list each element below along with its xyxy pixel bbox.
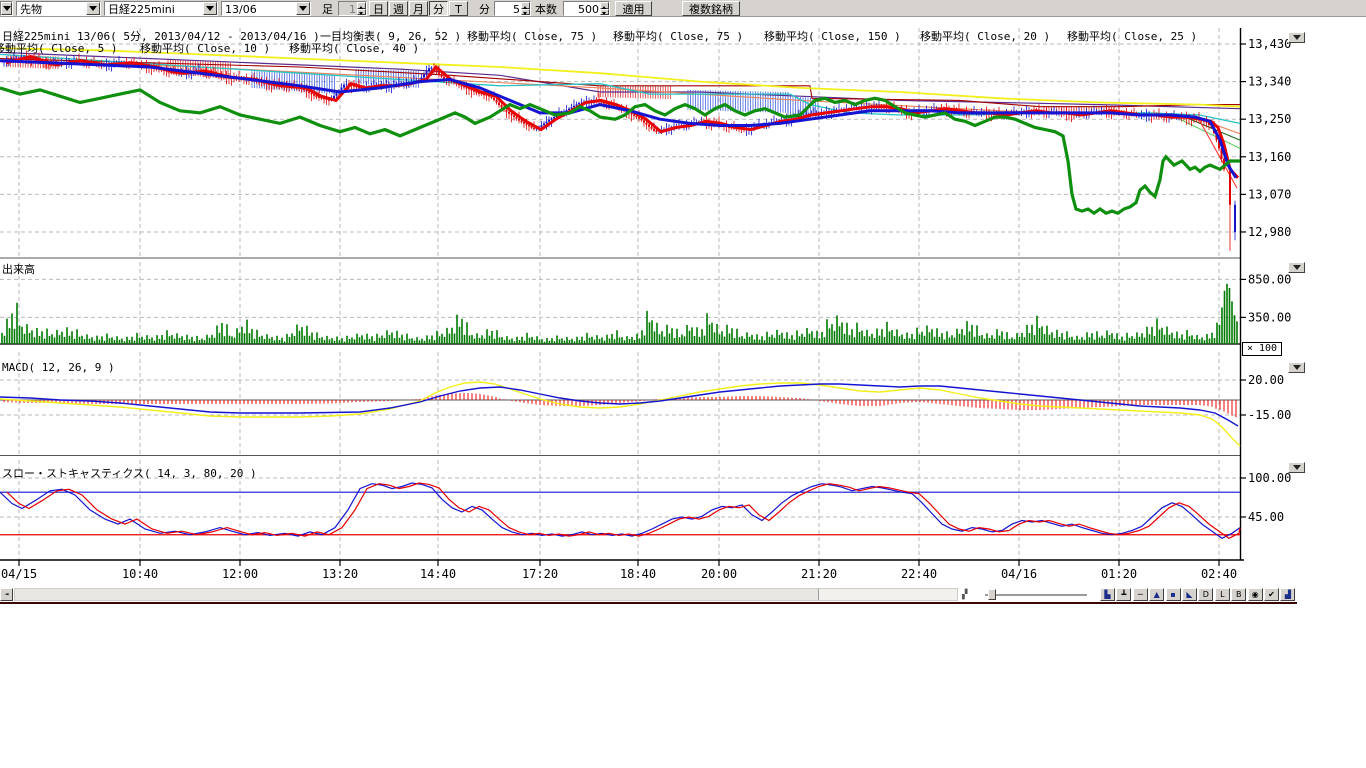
tool-d-button[interactable]: D xyxy=(1198,588,1213,601)
period-button-週[interactable]: 週 xyxy=(389,1,408,16)
check-tool-button[interactable]: ✔ xyxy=(1264,588,1279,601)
indicator-legend-item: 移動平均( Close, 20 ) xyxy=(920,28,1050,44)
main-toolbar: 先物日経225mini13/06 足 1 日週月分T 分 5 本数 500 適用… xyxy=(0,0,1366,17)
bar-interval-spinner[interactable]: 1 xyxy=(338,1,367,16)
y-axis-label: 350.00 xyxy=(1248,310,1291,324)
spinner-arrows-icon[interactable] xyxy=(357,2,366,15)
indicator-legend-item: 移動平均( Close, 25 ) xyxy=(1067,28,1197,44)
volume-panel-label: 出来高 xyxy=(2,261,35,277)
indicator-legend-item: 移動平均( Close, 75 ) xyxy=(467,28,597,44)
crosshair-tool-button[interactable]: ┻ xyxy=(1116,588,1131,601)
y-axis-label: 13,250 xyxy=(1248,112,1291,126)
bar-type-label: 足 xyxy=(322,1,333,16)
time-axis-label: 17:20 xyxy=(522,567,558,581)
time-axis-label: 22:40 xyxy=(901,567,937,581)
chart-mode-tool-button[interactable]: ▟ xyxy=(1280,588,1295,601)
zoom-slider[interactable] xyxy=(985,594,1087,596)
period-button-分[interactable]: 分 xyxy=(429,1,448,16)
macd-scale-dropdown-button[interactable] xyxy=(1288,362,1305,373)
bar-count-label: 本数 xyxy=(535,1,557,16)
zoom-slider-thumb[interactable] xyxy=(988,589,996,600)
stoch-panel-label: スロー・ストキャスティクス( 14, 3, 80, 20 ) xyxy=(2,465,257,481)
marker-tool-button[interactable]: ▪ xyxy=(1166,588,1181,601)
y-axis-label: 20.00 xyxy=(1248,373,1284,387)
y-axis-label: 45.00 xyxy=(1248,510,1284,524)
trend-tool-button[interactable]: ◣ xyxy=(1182,588,1197,601)
volume-multiplier-badge: × 100 xyxy=(1242,342,1282,356)
y-axis-label: 13,160 xyxy=(1248,150,1291,164)
tool-b-button[interactable]: B xyxy=(1231,588,1246,601)
time-axis-label: 21:20 xyxy=(801,567,837,581)
trading-app-window: 先物日経225mini13/06 足 1 日週月分T 分 5 本数 500 適用… xyxy=(0,0,1366,768)
tool-l-button[interactable]: L xyxy=(1215,588,1230,601)
time-axis-label: 12:00 xyxy=(222,567,258,581)
period-button-日[interactable]: 日 xyxy=(369,1,388,16)
time-axis-label: 02:40 xyxy=(1201,567,1237,581)
y-axis-label: 13,070 xyxy=(1248,187,1291,201)
y-axis-label: 850.00 xyxy=(1248,272,1291,286)
volume-scale-dropdown-button[interactable] xyxy=(1288,262,1305,273)
time-axis-label: 20:00 xyxy=(701,567,737,581)
time-axis-label: 18:40 xyxy=(620,567,656,581)
contract-month-select[interactable]: 13/06 xyxy=(221,1,311,16)
apply-button[interactable]: 適用 xyxy=(615,1,652,16)
scroll-left-button[interactable]: ◄ xyxy=(0,588,13,601)
indicator-legend-item: 移動平均( Close, 5 ) xyxy=(0,40,117,56)
indicator-legend-item: 移動平均( Close, 10 ) xyxy=(140,40,270,56)
indicator-legend-item: 移動平均( Close, 150 ) xyxy=(764,28,901,44)
y-axis-label: 13,340 xyxy=(1248,75,1291,89)
period-button-月[interactable]: 月 xyxy=(409,1,428,16)
hline-tool-button[interactable]: ─ xyxy=(1133,588,1148,601)
chevron-down-icon[interactable] xyxy=(296,2,310,15)
y-axis-label: 12,980 xyxy=(1248,225,1291,239)
mini-combo[interactable] xyxy=(0,1,13,16)
time-axis-label: 04/16 xyxy=(1001,567,1037,581)
period-button-T[interactable]: T xyxy=(449,1,468,16)
bar-chart-tool-button[interactable]: ▙ xyxy=(1100,588,1115,601)
y-axis-label: 13,430 xyxy=(1248,37,1291,51)
stoch-scale-dropdown-button[interactable] xyxy=(1288,462,1305,473)
multi-symbol-button[interactable]: 複数銘柄 xyxy=(682,1,740,16)
time-axis-label: 14:40 xyxy=(420,567,456,581)
spinner-arrows-icon[interactable] xyxy=(521,2,530,15)
macd-panel-label: MACD( 12, 26, 9 ) xyxy=(2,361,115,374)
spinner-arrows-icon[interactable] xyxy=(600,2,609,15)
time-axis-label: 04/15 xyxy=(1,567,37,581)
time-axis-label: 01:20 xyxy=(1101,567,1137,581)
minute-spinner[interactable]: 5 xyxy=(494,1,531,16)
chevron-down-icon[interactable] xyxy=(86,2,100,15)
chevron-down-icon[interactable] xyxy=(1,2,12,15)
chevron-down-icon[interactable] xyxy=(203,2,217,15)
window-bottom-edge xyxy=(0,602,1297,604)
indicator-legend-item: 移動平均( Close, 40 ) xyxy=(289,40,419,56)
resize-handle-icon[interactable]: ▞ xyxy=(962,589,974,601)
horizontal-scrollbar-row: ◄ ▞ ▙┻─▲▪◣DLB◉✔▟ xyxy=(0,588,1297,602)
bar-count-spinner[interactable]: 500 xyxy=(563,1,610,16)
chart-canvas[interactable]: 13,430 13,340 13,250 13,160 13,070 12,980 850.… xyxy=(0,0,1366,588)
category-select[interactable]: 先物 xyxy=(16,1,101,16)
peak-indicator-tool-button[interactable]: ▲ xyxy=(1149,588,1164,601)
scrollbar-track[interactable] xyxy=(14,588,958,601)
minute-label: 分 xyxy=(479,1,490,16)
time-axis-label: 13:20 xyxy=(322,567,358,581)
y-axis-label: 100.00 xyxy=(1248,471,1291,485)
circle-tool-button[interactable]: ◉ xyxy=(1248,588,1263,601)
time-axis-label: 10:40 xyxy=(122,567,158,581)
scrollbar-thumb[interactable] xyxy=(15,589,819,600)
symbol-select[interactable]: 日経225mini xyxy=(104,1,218,16)
indicator-legend-item: 移動平均( Close, 75 ) xyxy=(613,28,743,44)
y-axis-label: -15.00 xyxy=(1248,408,1291,422)
price-scale-dropdown-button[interactable] xyxy=(1288,32,1305,43)
